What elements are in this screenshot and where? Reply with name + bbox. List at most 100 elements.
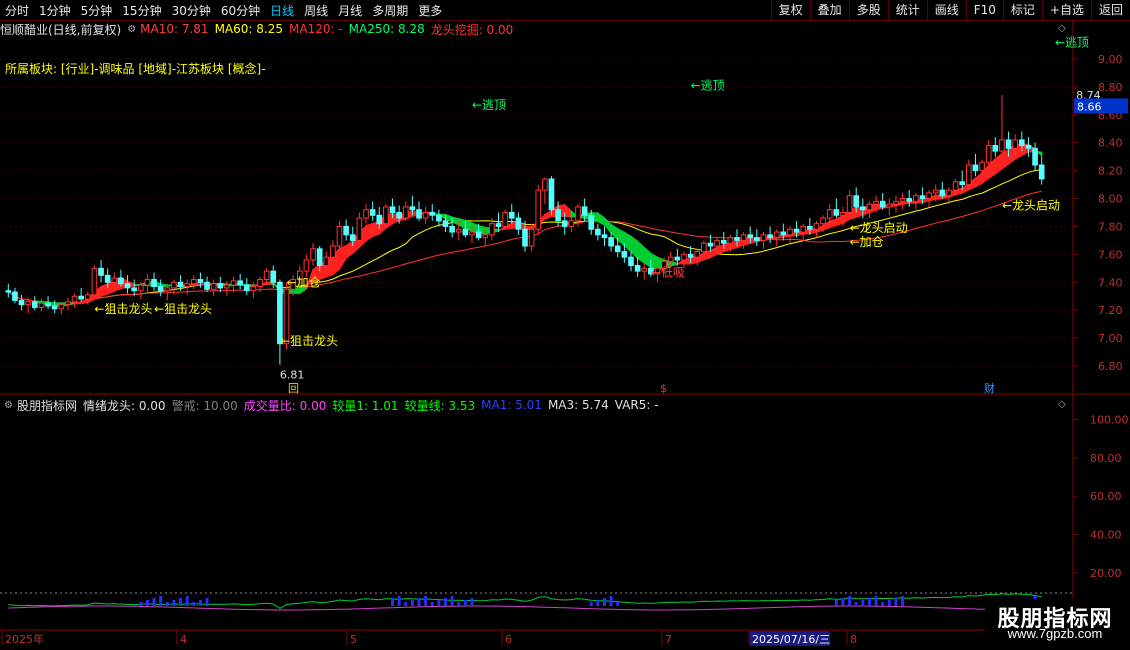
candle-body [687,253,694,258]
volume-bar [602,598,606,606]
candle-body [694,251,701,258]
candle-body [217,283,224,289]
signal-label: ←狙击龙头 [94,302,152,316]
candle-body [840,211,846,216]
candle-body [376,214,383,225]
trend-band-segment [974,171,983,188]
trend-band-segment [80,298,89,305]
candle-body [966,164,972,186]
candle-body [316,248,323,267]
volume-bar [874,596,878,606]
trend-band-segment [616,227,626,248]
candle-body [608,237,614,247]
candle-body [873,200,879,205]
trend-band-segment [544,209,553,220]
volume-bar [450,596,454,606]
signal-label: ←狙击龙头 [154,302,212,316]
candle-body [455,228,462,233]
current-price-label: 8.66 [1077,100,1102,113]
indicator-tick-label: 20.00 [1090,567,1122,580]
candle-body [952,181,959,191]
kline-chart[interactable]: ←逃顶←逃顶←逃顶←狙击龙头←狙击龙头 ←狙击龙头←加仓←低吸←龙头启动←龙头启动… [0,0,1130,650]
price-tick-label: 9.00 [1098,53,1123,66]
volume-bar [901,596,905,606]
candle-body [323,256,330,267]
candle-body [1018,139,1025,146]
volume-bar [861,600,865,606]
candle-body [442,220,449,227]
trend-band-segment [603,216,612,235]
candle-body [628,256,634,267]
candle-body [601,234,608,239]
volume-bar [834,600,838,606]
candle-body [25,301,32,306]
price-tick-label: 7.80 [1098,220,1123,233]
candle-body [879,200,886,208]
volume-bar [463,600,467,606]
candle-body [422,211,429,219]
candle-body [1012,139,1019,149]
candle-body [1038,164,1045,180]
volume-bar [881,602,885,606]
candle-body [45,302,51,307]
watermark-url: www.7gpzb.com [1007,626,1103,641]
candle-body [310,248,316,261]
trend-band-segment [636,239,645,265]
candle-body [270,270,277,283]
trend-band-segment [345,239,354,260]
candle-body [853,195,860,208]
date-label: 7 [665,633,672,646]
volume-bar [205,598,209,606]
candle-body [932,189,939,194]
candle-body [349,234,356,241]
volume-bar [596,600,600,606]
candle-body [12,291,18,301]
candle-body [555,209,561,222]
volume-bar [894,598,898,606]
candle-body [210,283,217,290]
candle-body [581,206,588,216]
volume-bar [397,596,401,606]
candle-body [674,256,681,261]
candle-body [263,270,270,280]
candle-body [257,278,263,287]
candle-body [1025,144,1032,149]
candle-body [727,237,734,244]
price-axis: 9.008.808.608.408.208.007.807.607.407.20… [1073,53,1128,373]
volume-bar [192,602,196,606]
date-label: 5 [350,633,357,646]
date-label: 6 [505,633,512,646]
signal-label: ←加仓 [287,275,321,289]
candle-body [714,239,720,247]
candle-body [667,256,674,262]
trend-band-segment [365,222,374,243]
candle-body [184,283,190,287]
date-axis: 2025年 4 5 6 7 2025/07/16/三 8 [1,630,857,646]
candle-body [813,223,820,230]
candle-body [701,242,707,253]
date-label: 8 [850,633,857,646]
candle-body [190,278,197,285]
trend-band-segment [451,216,460,226]
candle-body [899,198,906,202]
event-marker: 财 [984,381,995,395]
candle-body [793,228,800,233]
price-tick-label: 8.20 [1098,165,1123,178]
volume-bar [145,600,149,606]
trend-band-segment [100,282,109,297]
candle-body [396,211,402,219]
volume-bar [887,600,891,606]
indicator-tick-label: 100.00 [1090,414,1129,427]
candle-body [436,214,442,222]
indicator-tick-label: 40.00 [1090,529,1122,542]
candle-body [475,231,482,239]
signal-label: ←龙头启动 [1002,199,1060,213]
trend-band-segment [901,201,910,206]
candle-body [449,225,455,233]
signal-label: ←加仓 [850,235,884,249]
candle-body [535,189,542,230]
volume-bar [152,598,156,606]
candle-body [866,203,873,211]
trend-band-segment [497,225,506,233]
candle-body [369,209,376,216]
